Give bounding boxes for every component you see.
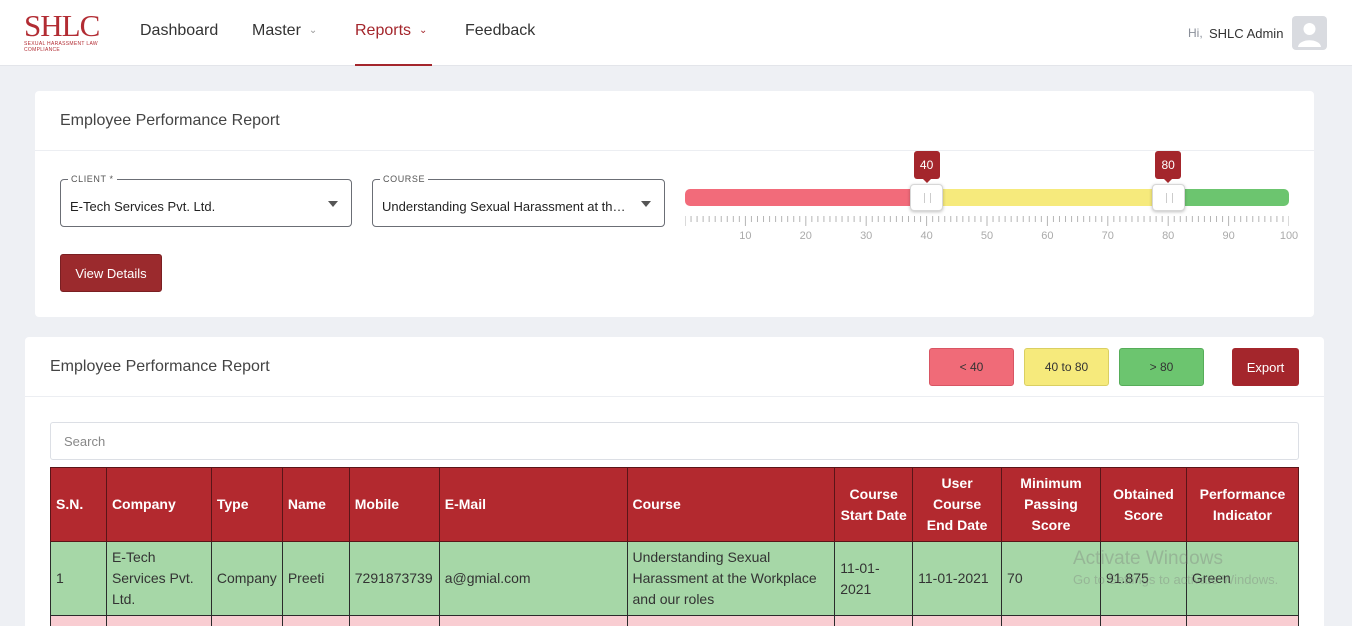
column-header[interactable]: Company xyxy=(105,467,212,542)
report-card-title: Employee Performance Report xyxy=(50,358,270,375)
slider-low-handle[interactable] xyxy=(910,184,944,211)
filter-card: Employee Performance Report CLIENT * E-T… xyxy=(35,91,1314,317)
filter-below-40-button[interactable]: < 40 xyxy=(929,348,1014,386)
client-label: CLIENT * xyxy=(68,174,117,185)
filter-above-80-button[interactable]: > 80 xyxy=(1119,348,1204,386)
cell-sn: 1 xyxy=(50,541,107,616)
column-header[interactable]: Type xyxy=(210,467,283,542)
client-select[interactable]: CLIENT * E-Tech Services Pvt. Ltd. xyxy=(60,174,352,227)
column-header[interactable]: Course Start Date xyxy=(834,467,914,542)
slider-scale-label: 10 xyxy=(739,230,752,242)
cell-min-score: 70 xyxy=(1001,541,1101,616)
cell-performance-indicator: Green xyxy=(1185,541,1300,616)
user-name: SHLC Admin xyxy=(1209,26,1284,41)
nav-reports[interactable]: Reports ⌄ xyxy=(355,22,432,66)
avatar[interactable] xyxy=(1292,16,1327,50)
slider-scale-label: 100 xyxy=(1279,230,1299,242)
cell-email: a@gmial.com xyxy=(438,541,628,616)
chevron-down-icon: ⌄ xyxy=(308,25,318,36)
view-details-button[interactable]: View Details xyxy=(60,254,162,292)
table-row[interactable]: 1 E-Tech Services Pvt. Ltd. Company Pree… xyxy=(50,541,1300,616)
cell-name: Preeti xyxy=(281,541,350,616)
cell-start-date: 11-01-2021 xyxy=(834,541,914,616)
report-card: Employee Performance Report < 40 40 to 8… xyxy=(25,337,1324,626)
report-table: S.N. Company Type Name Mobile E-Mail Cou… xyxy=(50,467,1300,626)
table-row[interactable] xyxy=(50,615,1300,626)
greeting-text: Hi, xyxy=(1188,26,1203,40)
dropdown-arrow-icon xyxy=(641,201,651,207)
slider-segment-high xyxy=(1168,189,1289,206)
column-header[interactable]: E-Mail xyxy=(438,467,628,542)
slider-scale-label: 90 xyxy=(1222,230,1235,242)
nav-master[interactable]: Master ⌄ xyxy=(252,22,317,66)
slider-scale-label: 80 xyxy=(1162,230,1175,242)
user-icon xyxy=(1298,23,1321,47)
search-input[interactable] xyxy=(50,422,1299,460)
slider-scale-label: 30 xyxy=(860,230,873,242)
slider-high-handle[interactable] xyxy=(1151,184,1185,211)
nav-dashboard[interactable]: Dashboard xyxy=(140,22,218,66)
cell-mobile: 7291873739 xyxy=(348,541,440,616)
column-header[interactable]: Minimum Passing Score xyxy=(1001,467,1101,542)
slider-ticks xyxy=(685,216,1289,226)
cell-company: E-Tech Services Pvt. Ltd. xyxy=(105,541,212,616)
cell-course: Understanding Sexual Harassment at the W… xyxy=(626,541,836,616)
slider-scale-label: 50 xyxy=(980,230,994,242)
filter-card-title: Employee Performance Report xyxy=(60,112,280,129)
divider xyxy=(25,396,1324,397)
column-header[interactable]: Obtained Score xyxy=(1099,467,1187,542)
table-header-row: S.N. Company Type Name Mobile E-Mail Cou… xyxy=(50,467,1300,542)
filter-40-to-80-button[interactable]: 40 to 80 xyxy=(1024,348,1109,386)
column-header[interactable]: Name xyxy=(281,467,350,542)
cell-type: Company xyxy=(210,541,283,616)
slider-segment-low xyxy=(685,189,927,206)
slider-scale-label: 60 xyxy=(1041,230,1054,242)
column-header[interactable]: S.N. xyxy=(50,467,107,542)
export-button[interactable]: Export xyxy=(1232,348,1299,386)
slider-scale-label: 70 xyxy=(1101,230,1114,242)
cell-end-date: 11-01-2021 xyxy=(912,541,1003,616)
chevron-down-icon: ⌄ xyxy=(419,25,428,36)
dropdown-arrow-icon xyxy=(328,201,338,207)
course-select[interactable]: COURSE Understanding Sexual Harassment a… xyxy=(372,174,665,227)
slider-track[interactable] xyxy=(685,189,1289,206)
score-range-slider[interactable]: 40 80 10 20 30 40 50 60 70 80 90 100 xyxy=(685,151,1305,251)
top-navigation: SHLC Sexual Harassment Law Compliance Da… xyxy=(0,0,1352,66)
slider-high-tooltip: 80 xyxy=(1155,151,1182,183)
course-label: COURSE xyxy=(380,174,429,185)
cell-obtained-score: 91.875 xyxy=(1099,541,1187,616)
nav-feedback[interactable]: Feedback xyxy=(465,22,535,66)
client-value: E-Tech Services Pvt. Ltd. xyxy=(70,199,216,214)
column-header[interactable]: User Course End Date xyxy=(912,467,1003,542)
shlc-logo[interactable]: SHLC Sexual Harassment Law Compliance xyxy=(24,10,104,56)
slider-segment-mid xyxy=(926,189,1169,206)
column-header[interactable]: Mobile xyxy=(348,467,440,542)
slider-scale-label: 40 xyxy=(920,230,933,242)
slider-low-tooltip: 40 xyxy=(913,151,940,183)
column-header[interactable]: Performance Indicator xyxy=(1185,467,1300,542)
slider-scale-label: 20 xyxy=(799,230,812,242)
column-header[interactable]: Course xyxy=(626,467,836,542)
course-value: Understanding Sexual Harassment at the W… xyxy=(382,199,632,214)
